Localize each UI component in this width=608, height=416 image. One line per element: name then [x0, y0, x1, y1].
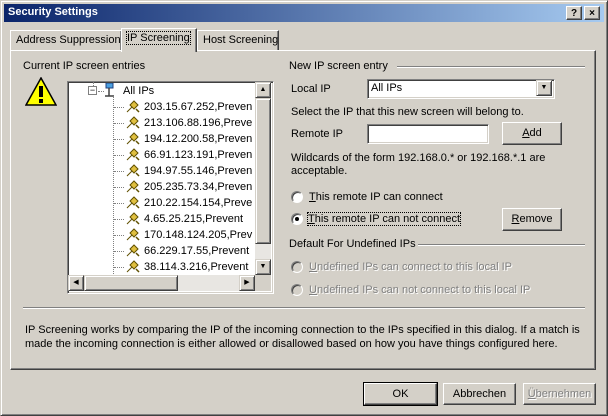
help-button[interactable]: ? [566, 6, 582, 20]
radio-can-connect[interactable] [291, 191, 303, 203]
tree-entry-item[interactable]: 194.97.55.146,Preven [144, 163, 252, 179]
radio-undefined-can-connect[interactable] [291, 261, 303, 273]
entry-plug-icon [126, 116, 140, 129]
radio-cannot-connect[interactable] [291, 213, 303, 225]
entry-plug-icon [126, 148, 140, 161]
wildcard-hint-line1: Wildcards of the form 192.168.0.* or 192… [291, 152, 546, 164]
warning-icon [25, 77, 57, 106]
current-entries-label: Current IP screen entries [23, 60, 146, 72]
network-root-icon [105, 83, 114, 97]
scroll-corner [255, 275, 271, 291]
new-entry-label: New IP screen entry [289, 60, 388, 72]
tree-entry-item[interactable]: 203.15.67.252,Preven [144, 99, 252, 115]
entry-plug-icon [126, 212, 140, 225]
close-button[interactable]: × [584, 6, 600, 20]
entry-plug-icon [126, 196, 140, 209]
radio-cannot-connect-label[interactable]: This remote IP can not connect [306, 212, 462, 226]
tree-entry-item[interactable]: 213.106.88.196,Preve [144, 115, 252, 131]
scroll-thumb[interactable] [255, 98, 271, 244]
remote-ip-input[interactable] [367, 124, 489, 144]
local-ip-label: Local IP [291, 83, 331, 95]
scroll-left-arrow-icon[interactable]: ◀ [68, 275, 84, 291]
scroll-down-arrow-icon[interactable]: ▼ [255, 259, 271, 275]
tree-viewport: − All IPs 203.15.67.252,Preven 213.106.88… [68, 82, 255, 275]
local-ip-value: All IPs [371, 82, 403, 94]
tree-horizontal-scrollbar[interactable]: ◀ ▶ [68, 275, 255, 291]
tab-address-suppression[interactable]: Address Suppression [10, 30, 122, 50]
select-ip-hint: Select the IP that this new screen will … [291, 106, 524, 118]
add-button[interactable]: Add [502, 122, 562, 145]
tab-ip-screening[interactable]: IP Screening [121, 28, 197, 52]
radio-can-connect-label[interactable]: This remote IP can connect [309, 191, 443, 203]
entry-plug-icon [126, 132, 140, 145]
tree-entry-item[interactable]: 205.235.73.34,Preven [144, 179, 252, 195]
apply-button[interactable]: Übernehmen [523, 383, 596, 405]
dropdown-arrow-icon[interactable]: ▼ [536, 80, 552, 96]
tree-entry-item[interactable]: 4.65.25.215,Prevent [144, 211, 243, 227]
tree-entry-item[interactable]: 170.148.124.205,Prev [144, 227, 252, 243]
undefined-cannot-connect-label[interactable]: Undefined IPs can not connect to this lo… [309, 284, 530, 296]
window-title: Security Settings [8, 6, 98, 18]
entry-plug-icon [126, 228, 140, 241]
security-settings-window: Security Settings ? × Address Suppressio… [0, 0, 608, 416]
collapse-toggle[interactable]: − [88, 86, 97, 95]
wildcard-hint-line2: acceptable. [291, 165, 348, 177]
entry-plug-icon [126, 260, 140, 273]
remove-button[interactable]: Remove [502, 208, 562, 231]
scroll-right-arrow-icon[interactable]: ▶ [239, 275, 255, 291]
local-ip-select[interactable]: All IPs ▼ [367, 79, 555, 99]
remote-ip-label: Remote IP [291, 128, 343, 140]
entry-plug-icon [126, 100, 140, 113]
tree-vertical-scrollbar[interactable]: ▲ ▼ [255, 82, 271, 275]
entry-plug-icon [126, 244, 140, 257]
entry-plug-icon [126, 164, 140, 177]
title-bar[interactable]: Security Settings ? × [4, 4, 604, 22]
tab-host-screening[interactable]: Host Screening [197, 30, 279, 50]
tree-entry-item[interactable]: 194.12.200.58,Preven [144, 131, 252, 147]
undefined-can-connect-label[interactable]: Undefined IPs can connect to this local … [309, 261, 512, 273]
ok-button[interactable]: OK [363, 382, 438, 406]
ip-screening-panel: Current IP screen entries − All IPs 203.… [10, 50, 596, 370]
scroll-up-arrow-icon[interactable]: ▲ [255, 82, 271, 98]
description-line2: made the incoming connection is either a… [25, 338, 558, 350]
cancel-button[interactable]: Abbrechen [443, 383, 516, 405]
default-undefined-label: Default For Undefined IPs [289, 238, 416, 250]
tree-entry-item[interactable]: 66.91.123.191,Preven [144, 147, 252, 163]
tree-entry-item[interactable]: 210.22.154.154,Preve [144, 195, 252, 211]
tree-entry-item[interactable]: 66.229.17.55,Prevent [144, 243, 249, 259]
tree-root-label[interactable]: All IPs [123, 83, 154, 99]
scroll-h-thumb[interactable] [84, 275, 178, 291]
tree-entry-item[interactable]: 38.114.3.216,Prevent [144, 259, 248, 275]
ip-entries-tree[interactable]: − All IPs 203.15.67.252,Preven 213.106.88… [67, 81, 274, 294]
description-line1: IP Screening works by comparing the IP o… [25, 324, 580, 336]
entry-plug-icon [126, 180, 140, 193]
radio-undefined-cannot-connect[interactable] [291, 284, 303, 296]
